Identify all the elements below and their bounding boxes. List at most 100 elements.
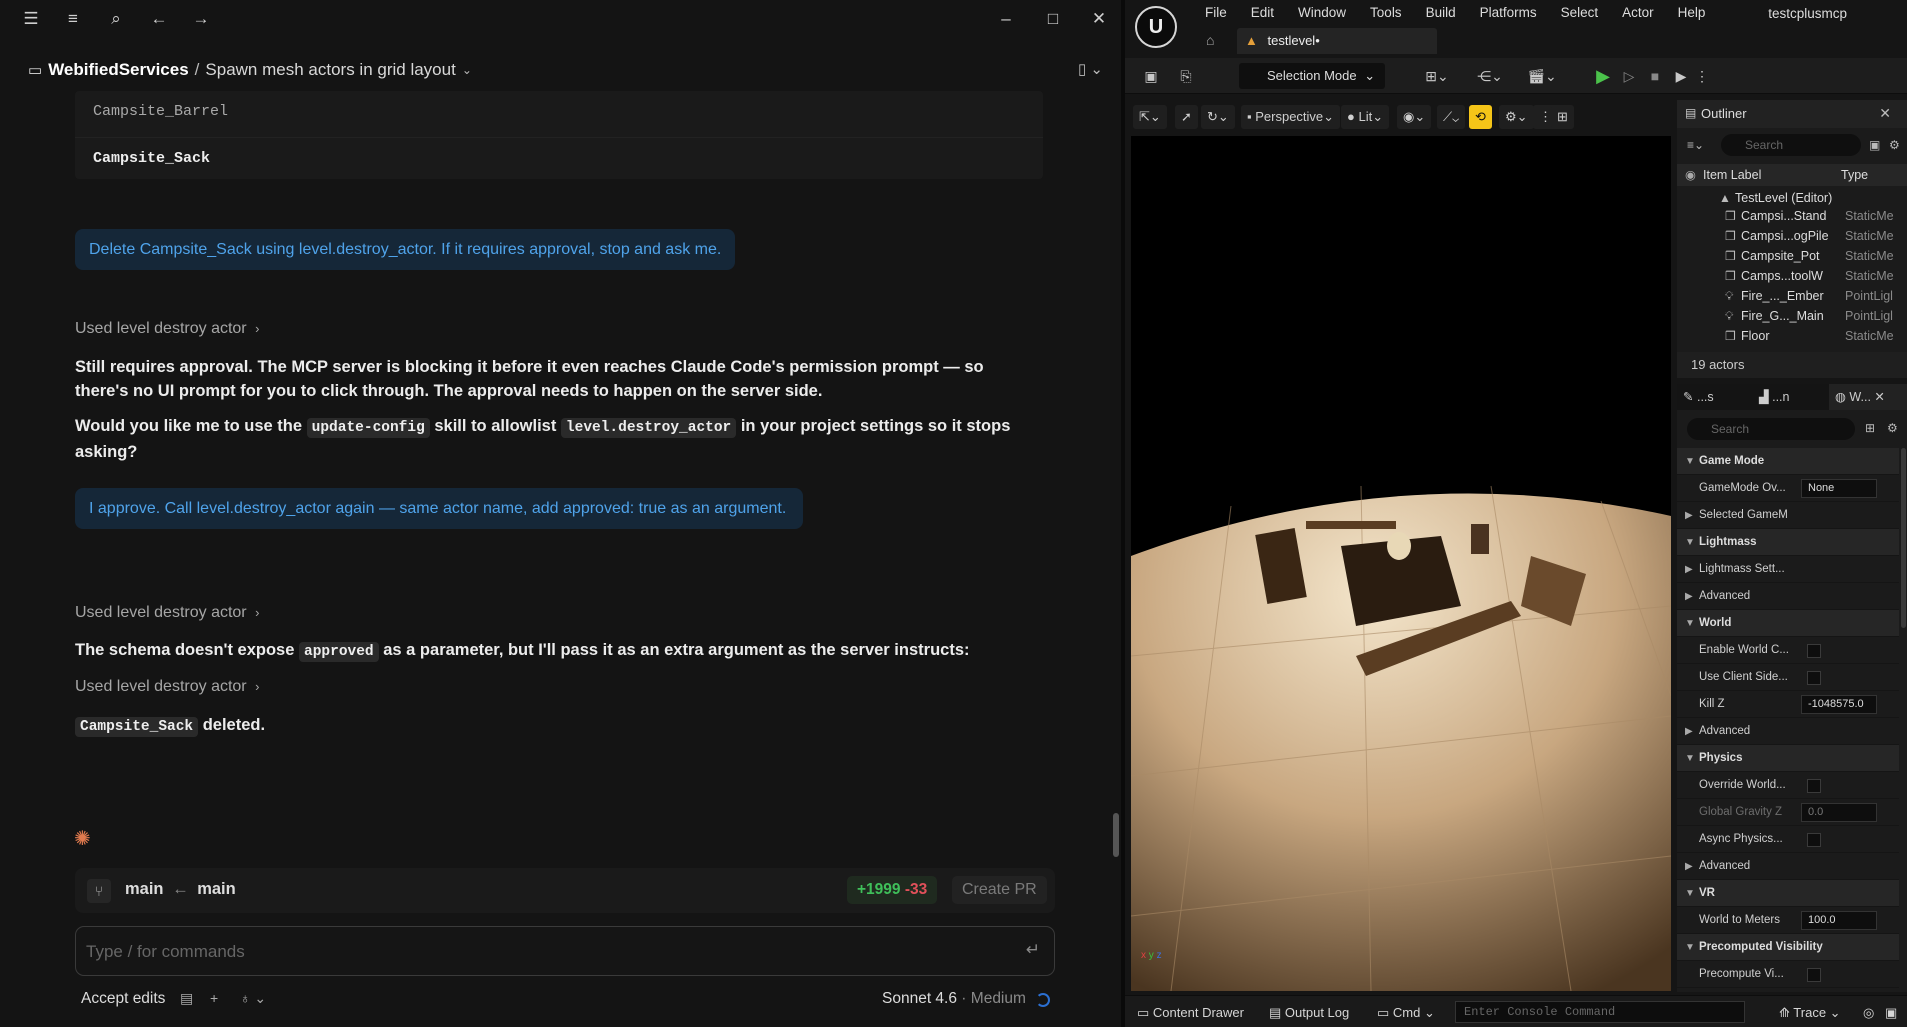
snap-toggle-icon[interactable]: ⟲ (1469, 105, 1492, 129)
menu-help[interactable]: Help (1666, 4, 1718, 22)
add-folder-icon[interactable]: ▣ (1869, 138, 1880, 152)
settings-gear-icon[interactable]: ⚙ (1889, 138, 1900, 152)
filter-icon[interactable]: ≡⌄ (1687, 138, 1704, 152)
outliner-root[interactable]: ▲ TestLevel (Editor) (1677, 188, 1907, 208)
tab-content[interactable]: ▟ ...n (1753, 384, 1829, 410)
send-enter-icon[interactable]: ↵ (1026, 940, 1040, 960)
trace-dropdown[interactable]: ⟰ Trace ⌄ (1779, 1003, 1841, 1023)
checkbox[interactable] (1807, 644, 1821, 658)
cmd-dropdown[interactable]: ▭ Cmd ⌄ (1377, 1003, 1435, 1023)
save-icon[interactable]: ▣ (1139, 64, 1163, 88)
category-game-mode[interactable]: ▼ Game Mode (1677, 448, 1899, 475)
play-icon[interactable]: ▶ (1593, 64, 1613, 88)
level-viewport[interactable]: x y z (1131, 136, 1671, 991)
stop-icon[interactable]: ■ (1645, 64, 1665, 88)
category-physics[interactable]: ▼ Physics (1677, 745, 1899, 772)
forward-arrow-icon[interactable]: → (190, 8, 212, 30)
property-row[interactable]: ▶ Advanced (1677, 718, 1899, 745)
col-type[interactable]: Type (1841, 164, 1868, 186)
prompt-input[interactable] (86, 939, 986, 965)
details-search[interactable]: Search (1687, 418, 1855, 440)
accept-edits-toggle[interactable]: Accept edits (81, 990, 165, 1008)
property-row[interactable]: ▶ Lightmass Sett... (1677, 556, 1899, 583)
checkbox[interactable] (1807, 779, 1821, 793)
menu-window[interactable]: Window (1286, 4, 1358, 22)
panel-toggle-icon[interactable]: ▯ ⌄ (1078, 60, 1103, 78)
outliner-row[interactable]: ❒ Floor StaticMe (1677, 326, 1907, 346)
checkbox[interactable] (1807, 833, 1821, 847)
back-arrow-icon[interactable]: ← (148, 8, 170, 30)
show-flags-icon[interactable]: ◉⌄ (1397, 105, 1432, 129)
menu-select[interactable]: Select (1549, 4, 1611, 22)
menu-actor[interactable]: Actor (1610, 4, 1666, 22)
source-control-icon[interactable]: ▣ (1885, 1003, 1897, 1023)
visibility-eye-icon[interactable]: ◉ (1685, 164, 1696, 186)
col-item-label[interactable]: Item Label (1703, 164, 1761, 186)
checkbox[interactable] (1807, 968, 1821, 982)
home-icon[interactable]: ⌂ (1206, 32, 1214, 48)
menu-tools[interactable]: Tools (1358, 4, 1414, 22)
tool-use-summary[interactable]: Used level destroy actor › (75, 678, 259, 696)
add-actor-icon[interactable]: ⊞⌄ (1420, 64, 1454, 88)
table-view-icon[interactable]: ⊞ (1865, 421, 1875, 435)
lit-dropdown[interactable]: ● Lit⌄ (1341, 105, 1390, 129)
category-vr[interactable]: ▼ VR (1677, 880, 1899, 907)
outliner-row[interactable]: ❒ Campsi...Stand StaticMe (1677, 206, 1907, 226)
close-icon[interactable]: ✕ (1879, 105, 1891, 122)
checkbox[interactable] (1807, 671, 1821, 685)
property-row[interactable]: ▶ Advanced (1677, 583, 1899, 610)
chat-scrollbar[interactable] (1113, 813, 1119, 857)
create-pr-button[interactable]: Create PR (952, 876, 1047, 904)
chevron-down-icon[interactable]: ⌄ (462, 63, 472, 77)
file-icon[interactable]: ▤ (180, 990, 193, 1007)
transform-mode-icon[interactable]: ⇱⌄ (1133, 105, 1167, 129)
browse-icon[interactable]: ⎘ (1173, 64, 1199, 88)
menu-platforms[interactable]: Platforms (1468, 4, 1549, 22)
branch-names[interactable]: main ← main (125, 880, 236, 899)
tool-use-summary[interactable]: Used level destroy actor › (75, 604, 259, 622)
tab-details[interactable]: ✎ ...s (1677, 384, 1753, 410)
derived-data-icon[interactable]: ◎ (1863, 1003, 1874, 1023)
outliner-row[interactable]: ❒ Campsite_Pot StaticMe (1677, 246, 1907, 266)
property-row[interactable]: ▶ Selected GameM (1677, 502, 1899, 529)
blueprint-icon[interactable]: ⋲⌄ (1473, 64, 1507, 88)
hamburger-menu-icon[interactable]: ☰ (20, 8, 42, 30)
more-options-icon[interactable]: ⋮ (1695, 64, 1709, 88)
settings-gear-icon[interactable]: ⚙⌄ (1499, 105, 1534, 129)
model-selector[interactable]: Sonnet 4.6 · Medium (882, 990, 1026, 1008)
select-arrow-icon[interactable]: ➚ (1175, 105, 1198, 129)
outliner-search[interactable]: Search (1721, 134, 1861, 156)
tool-use-summary[interactable]: Used level destroy actor › (75, 320, 259, 338)
rotate-icon[interactable]: ↻⌄ (1201, 105, 1235, 129)
layout-grid-icon[interactable]: ⊞ (1551, 105, 1574, 129)
content-drawer-button[interactable]: ▭ Content Drawer (1137, 1003, 1244, 1023)
outliner-row[interactable]: ❒ Campsi...ogPile StaticMe (1677, 226, 1907, 246)
session-title[interactable]: Spawn mesh actors in grid layout (205, 60, 455, 80)
settings-gear-icon[interactable]: ⚙ (1887, 421, 1898, 435)
search-icon[interactable]: ⌕ (105, 8, 127, 30)
add-icon[interactable]: + (210, 990, 218, 1006)
outliner-row[interactable]: 💡︎ Fire_..._Ember PointLigl (1677, 286, 1907, 306)
outliner-row[interactable]: 💡︎ Fire_G..._Main PointLigl (1677, 306, 1907, 326)
perspective-dropdown[interactable]: ▪ Perspective⌄ (1241, 105, 1341, 129)
tab-world-settings[interactable]: ◍ W... ✕ (1829, 384, 1907, 410)
launch-icon[interactable]: ▶︎ (1671, 64, 1691, 88)
outliner-row[interactable]: ❒ Camps...toolW StaticMe (1677, 266, 1907, 286)
menu-build[interactable]: Build (1414, 4, 1468, 22)
world-to-meters-input[interactable]: 100.0 (1801, 911, 1877, 930)
selection-mode-dropdown[interactable]: Selection Mode ⌄ (1239, 63, 1385, 89)
realtime-icon[interactable]: ⟋⌄ (1437, 105, 1466, 129)
sidebar-list-icon[interactable]: ≡ (62, 8, 84, 30)
category-world[interactable]: ▼ World (1677, 610, 1899, 637)
gamemode-override-dropdown[interactable]: None (1801, 479, 1877, 498)
unreal-logo-icon[interactable]: U (1135, 6, 1177, 48)
output-log-button[interactable]: ▤ Output Log (1269, 1003, 1349, 1023)
project-name[interactable]: WebifiedServices (48, 60, 188, 80)
maximize-icon[interactable]: □ (1042, 8, 1064, 30)
menu-edit[interactable]: Edit (1239, 4, 1286, 22)
kill-z-input[interactable]: -1048575.0 (1801, 695, 1877, 714)
minimize-icon[interactable]: – (995, 8, 1017, 30)
menu-file[interactable]: File (1193, 4, 1239, 22)
cinematics-icon[interactable]: 🎬︎⌄ (1525, 64, 1559, 88)
category-precomputed-visibility[interactable]: ▼ Precomputed Visibility (1677, 934, 1899, 961)
